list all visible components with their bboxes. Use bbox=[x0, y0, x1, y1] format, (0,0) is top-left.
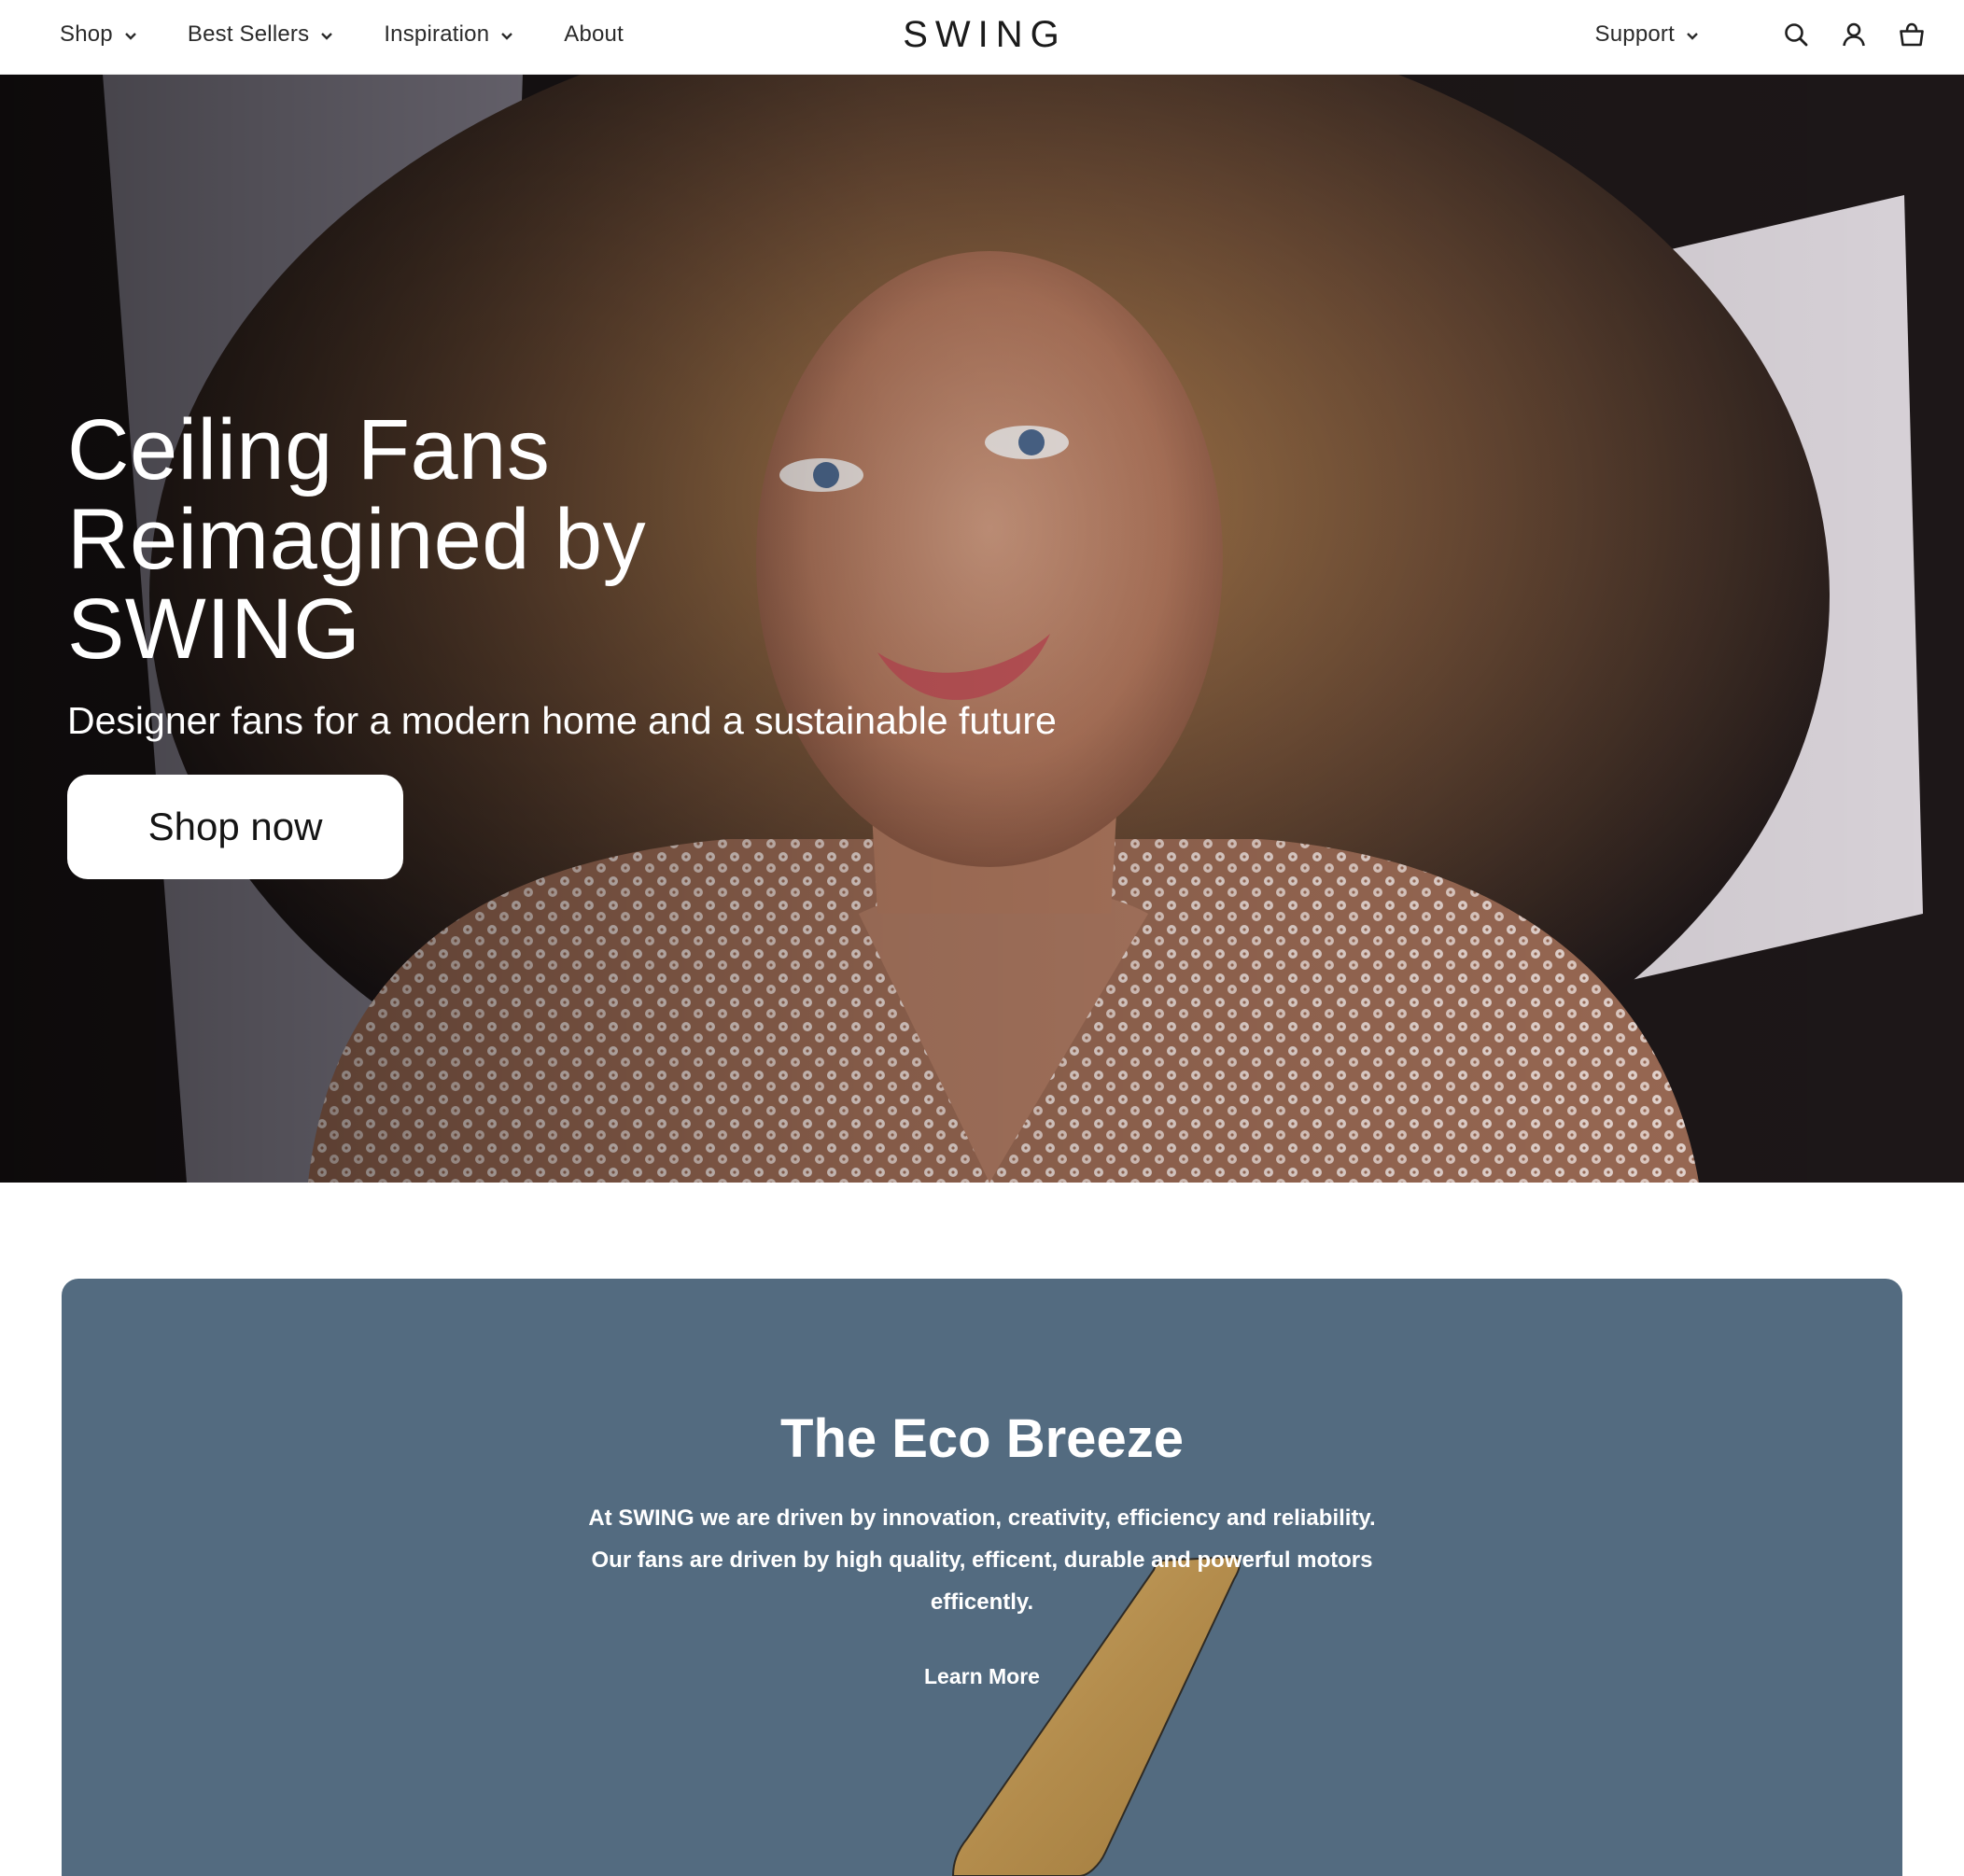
nav-item-best-sellers[interactable]: Best Sellers bbox=[188, 21, 333, 48]
nav-item-about[interactable]: About bbox=[564, 21, 624, 48]
account-icon bbox=[1843, 22, 1865, 47]
nav-item-label: Inspiration bbox=[384, 21, 490, 47]
nav-item-support[interactable]: Support bbox=[1595, 21, 1699, 48]
chevron-down-icon bbox=[321, 32, 333, 40]
hero-title: Ceiling Fans Reimagined by SWING bbox=[67, 402, 647, 677]
utility-nav: Support bbox=[1595, 0, 1927, 69]
shop-now-button[interactable]: Shop now bbox=[67, 775, 403, 879]
eco-breeze-title: The Eco Breeze bbox=[780, 1408, 1184, 1469]
main-nav: Shop Best Sellers Inspiration About bbox=[60, 0, 674, 69]
eco-breeze-card: The Eco Breeze At SWING we are driven by… bbox=[62, 1279, 1902, 1876]
nav-item-label: About bbox=[564, 21, 624, 47]
search-button[interactable] bbox=[1781, 20, 1811, 49]
cart-icon bbox=[1900, 22, 1924, 47]
learn-more-link[interactable]: Learn More bbox=[924, 1664, 1040, 1689]
nav-item-shop[interactable]: Shop bbox=[60, 21, 137, 48]
cart-button[interactable] bbox=[1897, 20, 1927, 49]
chevron-down-icon bbox=[1687, 32, 1698, 40]
hero-banner: Ceiling Fans Reimagined by SWING Designe… bbox=[0, 74, 1964, 1183]
site-header: Shop Best Sellers Inspiration About SWIN… bbox=[0, 0, 1964, 75]
account-button[interactable] bbox=[1839, 20, 1869, 49]
chevron-down-icon bbox=[125, 32, 136, 40]
eco-breeze-description: At SWING we are driven by innovation, cr… bbox=[588, 1505, 1376, 1615]
search-icon bbox=[1785, 23, 1808, 47]
nav-item-label: Support bbox=[1594, 21, 1675, 47]
chevron-down-icon bbox=[501, 32, 513, 40]
hero-subtitle: Designer fans for a modern home and a su… bbox=[67, 699, 1057, 742]
hero-content: Ceiling Fans Reimagined by SWING Designe… bbox=[67, 405, 1281, 879]
nav-item-inspiration[interactable]: Inspiration bbox=[384, 21, 513, 48]
brand-logo[interactable]: SWING bbox=[877, 11, 1092, 58]
nav-item-label: Shop bbox=[60, 21, 113, 47]
eco-breeze-content: The Eco Breeze At SWING we are driven by… bbox=[62, 1407, 1902, 1689]
nav-item-label: Best Sellers bbox=[187, 21, 310, 47]
